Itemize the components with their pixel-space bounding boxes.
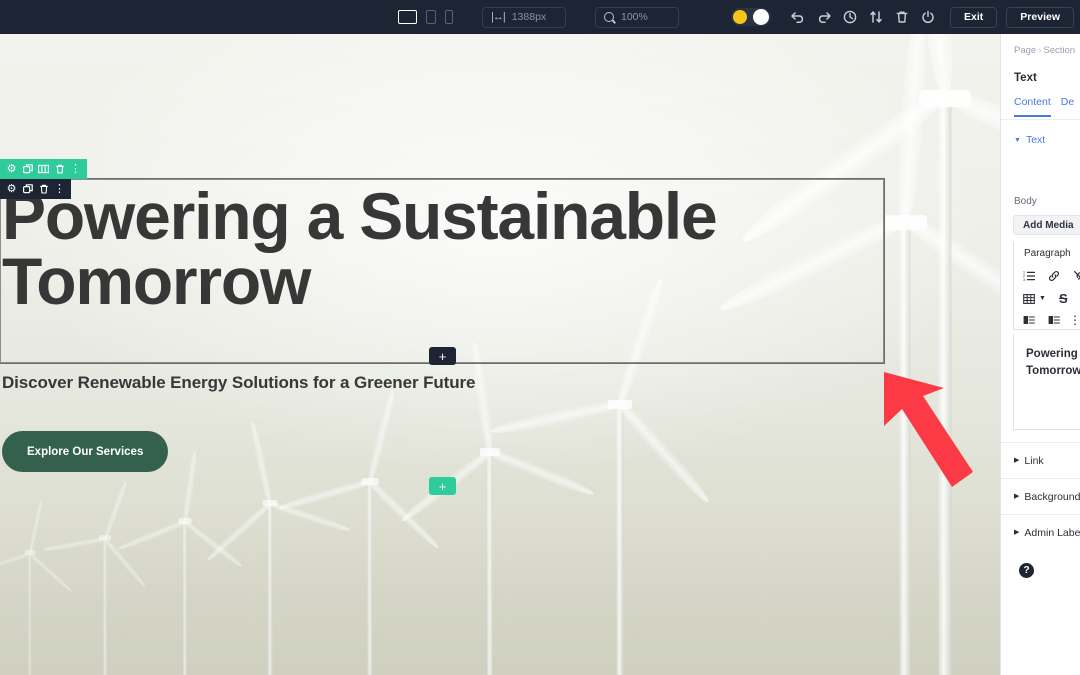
add-media-button[interactable]: Add Media — [1013, 215, 1080, 235]
table-icon[interactable] — [1023, 293, 1035, 305]
add-module-button[interactable]: + — [429, 347, 456, 365]
help-icon[interactable]: ? — [1019, 563, 1034, 578]
toolbar-center-group: |↔| 1388px 100% — [398, 0, 679, 34]
page-builder-app: |↔| 1388px 100% Exit Preview Powering a … — [0, 0, 1080, 675]
hero-heading[interactable]: Powering a Sustainable Tomorrow — [2, 183, 872, 314]
row-hover-toolbar[interactable]: ⚙ ⋮ — [0, 159, 87, 179]
gear-icon[interactable]: ⚙ — [5, 162, 18, 176]
breadcrumb-parent[interactable]: Page — [1014, 45, 1036, 56]
link-icon[interactable] — [1048, 270, 1060, 282]
zoom-level-field[interactable]: 100% — [595, 6, 679, 28]
breadcrumb-child[interactable]: Section — [1043, 45, 1075, 56]
preview-button[interactable]: Preview — [1006, 6, 1074, 28]
hero-section: Powering a Sustainable Tomorrow Discover… — [0, 34, 1000, 675]
page-canvas[interactable]: Powering a Sustainable Tomorrow Discover… — [0, 34, 1000, 675]
toggle-knob — [753, 9, 770, 25]
duplicate-icon[interactable] — [21, 162, 34, 176]
trash-icon[interactable] — [53, 162, 66, 176]
trash-icon[interactable] — [37, 182, 50, 196]
settings-tabs: Content De — [1001, 96, 1080, 120]
section-background-label: Background — [1024, 490, 1080, 503]
chevron-right-icon: ▶ — [1014, 493, 1020, 500]
outdent-icon[interactable] — [1023, 314, 1035, 326]
top-toolbar: |↔| 1388px 100% Exit Preview — [0, 0, 1080, 34]
more-options-icon[interactable]: ⋮ — [69, 162, 82, 176]
add-row-button[interactable]: + — [429, 477, 456, 495]
section-background-toggle[interactable]: ▶ Background — [1001, 478, 1080, 514]
panel-title: Text — [1014, 72, 1037, 84]
section-admin-label: Admin Label — [1024, 526, 1080, 539]
breadcrumb-separator-icon: › — [1038, 45, 1042, 56]
body-text-value: Powering Tomorrow — [1026, 348, 1080, 377]
section-text-toggle[interactable]: ▼ Text — [1014, 134, 1045, 146]
toolbar-right-group: Exit Preview — [731, 0, 1074, 34]
width-arrows-icon: |↔| — [491, 11, 506, 23]
strikethrough-icon[interactable]: S — [1059, 292, 1068, 305]
chevron-down-icon: ▼ — [1014, 136, 1021, 144]
history-icon[interactable] — [837, 0, 863, 34]
settings-sidebar: Page › Section Text Content De ▼ Text Body… — [1000, 34, 1080, 675]
hero-subheading[interactable]: Discover Renewable Energy Solutions for … — [2, 373, 475, 393]
undo-icon[interactable] — [785, 0, 811, 34]
sun-icon — [733, 10, 748, 24]
theme-toggle[interactable] — [731, 8, 772, 26]
sort-icon[interactable] — [863, 0, 889, 34]
section-admin-label-toggle[interactable]: ▶ Admin Label — [1001, 514, 1080, 550]
rich-text-editor-toolbar: Paragraph 123 ▼ S ⋮ — [1013, 242, 1080, 330]
unlink-icon[interactable] — [1073, 270, 1080, 282]
chevron-right-icon: ▶ — [1014, 529, 1020, 536]
body-text-editor[interactable]: Powering Tomorrow — [1013, 334, 1080, 430]
explore-services-button[interactable]: Explore Our Services — [2, 431, 169, 472]
editor-toolbar-row-2: ▼ S — [1023, 292, 1068, 305]
editor-toolbar-row-3: ⋮ — [1023, 314, 1080, 326]
canvas-width-value: 1388px — [511, 11, 547, 23]
editor-toolbar-row-1: 123 — [1023, 270, 1080, 282]
power-icon[interactable] — [915, 0, 941, 34]
section-text-label: Text — [1025, 134, 1046, 146]
more-icon[interactable]: ⋮ — [1069, 314, 1080, 326]
chevron-right-icon: ▶ — [1014, 457, 1020, 464]
columns-icon[interactable] — [37, 162, 50, 176]
search-icon — [604, 12, 614, 22]
chevron-down-icon[interactable]: ▼ — [1039, 295, 1046, 302]
indent-icon[interactable] — [1048, 314, 1060, 326]
section-link-toggle[interactable]: ▶ Link — [1001, 442, 1080, 478]
body-field-label: Body — [1014, 196, 1037, 207]
tab-content[interactable]: Content — [1014, 96, 1051, 117]
duplicate-icon[interactable] — [21, 182, 34, 196]
redo-icon[interactable] — [811, 0, 837, 34]
format-select[interactable]: Paragraph — [1024, 248, 1071, 259]
desktop-viewport-icon[interactable] — [398, 10, 417, 24]
trash-icon[interactable] — [889, 0, 915, 34]
canvas-width-field[interactable]: |↔| 1388px — [482, 6, 566, 28]
more-options-icon[interactable]: ⋮ — [53, 182, 66, 196]
gear-icon[interactable]: ⚙ — [5, 182, 18, 196]
svg-text:3: 3 — [1023, 278, 1025, 282]
viewport-group — [398, 10, 453, 24]
section-link-label: Link — [1024, 454, 1044, 467]
module-hover-toolbar[interactable]: ⚙ ⋮ — [0, 179, 71, 199]
numbered-list-icon[interactable]: 123 — [1023, 270, 1035, 282]
tab-design[interactable]: De — [1061, 96, 1074, 115]
tablet-viewport-icon[interactable] — [426, 10, 436, 24]
phone-viewport-icon[interactable] — [445, 10, 453, 24]
zoom-level-value: 100% — [621, 11, 648, 23]
breadcrumb: Page › Section — [1014, 45, 1075, 56]
exit-button[interactable]: Exit — [950, 6, 998, 28]
